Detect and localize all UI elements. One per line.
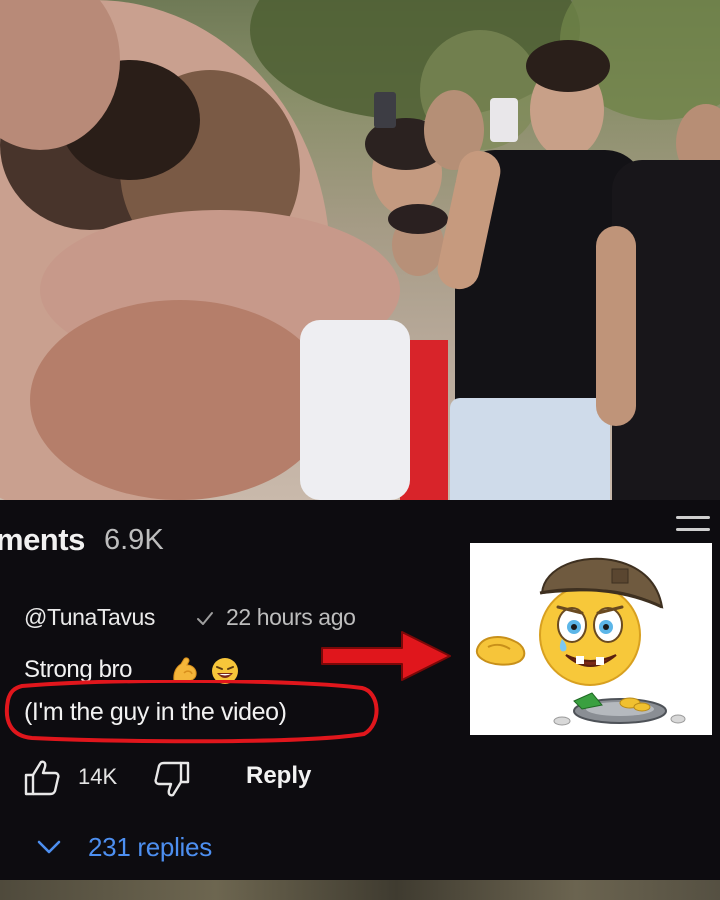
comments-header-title: ments — [0, 522, 85, 557]
thumbs-up-icon[interactable] — [22, 758, 62, 798]
comment-author[interactable]: @TunaTavus — [24, 604, 155, 631]
thumbs-down-icon[interactable] — [150, 758, 192, 800]
red-arrow-annotation — [321, 631, 451, 681]
like-count: 14K — [78, 764, 118, 789]
video-bottom-edge — [0, 880, 720, 900]
reply-button[interactable]: Reply — [246, 762, 311, 790]
menu-icon[interactable] — [676, 516, 712, 536]
comments-count: 6.9K — [104, 524, 164, 556]
poor-beggar-emoji-image — [475, 557, 686, 726]
red-circle-annotation — [4, 680, 379, 744]
chevron-down-icon[interactable] — [36, 838, 62, 856]
checkmark-icon — [197, 612, 213, 625]
video-frame[interactable] — [0, 0, 720, 500]
reaction-sticker — [470, 543, 712, 735]
view-replies-link[interactable]: 231 replies — [88, 832, 212, 863]
